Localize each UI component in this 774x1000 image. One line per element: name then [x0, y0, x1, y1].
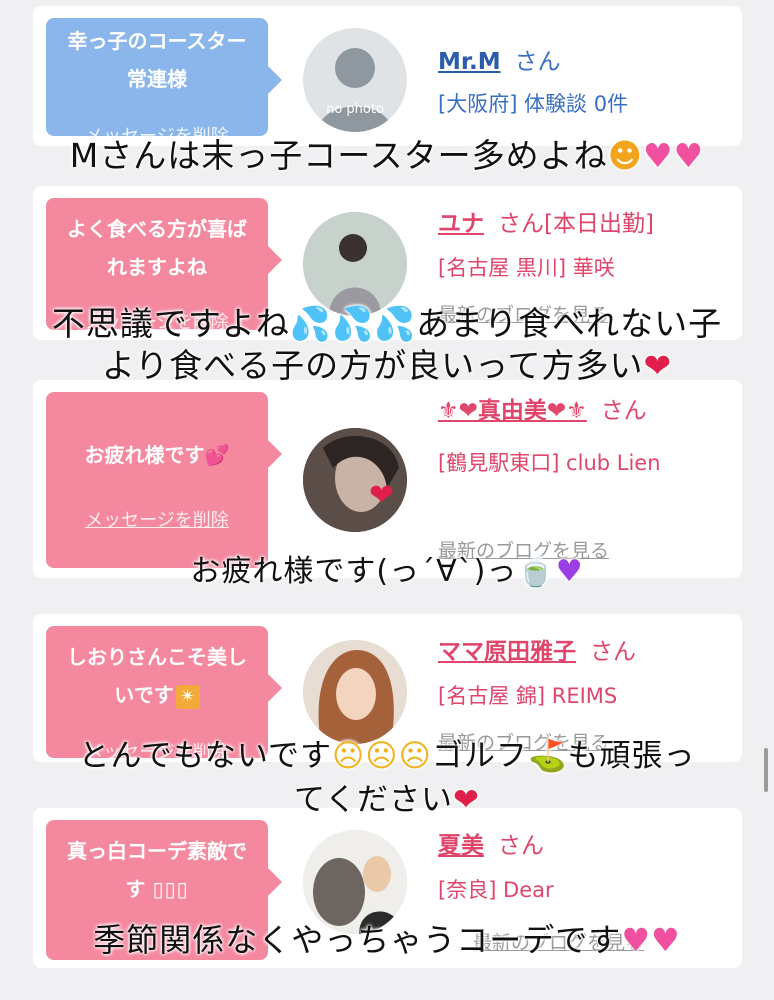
red-heart-icon: ❤: [643, 346, 673, 385]
message-text: よく食べる方が喜ばれますよね: [67, 217, 247, 279]
pink-heart-icon: ♥♥: [621, 921, 681, 959]
honorific: さん: [590, 639, 636, 665]
honorific: さん: [498, 833, 544, 859]
avatar[interactable]: [303, 830, 407, 934]
sweat-droplets-icon: 💦💦💦: [289, 304, 417, 343]
caption-line: お疲れ様です(っ´∀`)っ🍵♥: [190, 554, 584, 589]
sparkle-icon: ✴: [175, 685, 200, 709]
caption-line: Mさんは末っ子コースター多めよね☻♥♥: [69, 136, 705, 175]
user-info: 夏美 さん [奈良] Dear: [438, 826, 738, 904]
user-name-link[interactable]: ⚜❤真由美❤⚜: [438, 398, 587, 424]
user-info: ユナ さん[本日出勤] [名古屋 黒川] 華咲: [438, 204, 738, 282]
user-location: [奈良] Dear: [438, 878, 554, 902]
user-name-link[interactable]: 夏美: [438, 833, 484, 859]
tea-icon: 🍵: [517, 554, 556, 589]
avatar-photo-icon: [303, 830, 407, 934]
user-info: ⚜❤真由美❤⚜ さん [鶴見駅東口] club Lien: [438, 396, 728, 478]
message-card: お疲れ様です💕 メッセージを削除 ❤ ⚜❤真由美❤⚜ さん [鶴見駅東口] clu…: [33, 380, 742, 578]
caption-line: より食べる子の方が良いって方多い❤: [101, 346, 673, 385]
user-info: Mr.M さん [大阪府] 体験談 0件: [438, 42, 738, 118]
avatar[interactable]: no photo: [303, 28, 407, 132]
pleading-face-icon: ☹☹☹: [331, 738, 432, 774]
honorific: さん: [600, 398, 647, 424]
message-text: お疲れ様です💕: [84, 443, 230, 467]
user-location: [大阪府] 体験談 0件: [438, 92, 629, 116]
user-location: [名古屋 黒川] 華咲: [438, 256, 615, 280]
user-name-link[interactable]: ママ原田雅子: [438, 639, 576, 665]
avatar[interactable]: [303, 640, 407, 744]
message-text: 真っ白コーデ素敵です ▯▯▯: [67, 839, 247, 901]
red-heart-icon: ❤: [453, 782, 481, 818]
user-name-link[interactable]: ユナ: [438, 211, 484, 237]
pink-heart-icon: ♥♥: [643, 136, 705, 175]
message-bubble: お疲れ様です💕 メッセージを削除: [46, 392, 282, 568]
caption-line: 季節関係なくやっちゃうコーデです♥♥: [93, 921, 681, 959]
golf-flag-icon: ⛳: [527, 738, 568, 774]
message-bubble: 幸っ子のコースター常連様 メッセージを削除: [46, 18, 282, 146]
purple-heart-icon: ♥: [555, 554, 584, 589]
delete-message-link[interactable]: メッセージを削除: [46, 506, 268, 532]
sparkling-heart-icon: 💕: [204, 443, 230, 467]
avatar[interactable]: [303, 212, 407, 316]
honorific: さん: [514, 49, 561, 75]
honorific: さん[本日出勤]: [498, 211, 654, 237]
heart-eyes-emoji-icon: ☻: [607, 136, 644, 175]
user-info: ママ原田雅子 さん [名古屋 錦] REIMS: [438, 632, 738, 710]
avatar-placeholder-text: no photo: [326, 102, 384, 117]
message-text: 幸っ子のコースター常連様: [67, 29, 247, 91]
avatar[interactable]: ❤: [303, 428, 407, 532]
caption-line: とんでもないです☹☹☹ゴルフ⛳も頑張っ: [78, 738, 696, 774]
avatar-photo-icon: [303, 640, 407, 744]
avatar-photo-icon: [303, 212, 407, 316]
caption-line: てください❤: [293, 782, 481, 818]
message-card: 幸っ子のコースター常連様 メッセージを削除 no photo Mr.M さん [大…: [33, 6, 742, 146]
placeholder-glyphs: ▯▯▯: [145, 877, 189, 901]
message-text: しおりさんこそ美しいです ✴: [67, 645, 247, 709]
caption-line: 不思議ですよね💦💦💦あまり食べれない子: [51, 304, 723, 343]
heart-icon: ❤: [369, 478, 395, 513]
user-location: [鶴見駅東口] club Lien: [438, 451, 661, 475]
user-location: [名古屋 錦] REIMS: [438, 684, 618, 708]
user-name-link[interactable]: Mr.M: [438, 49, 501, 75]
